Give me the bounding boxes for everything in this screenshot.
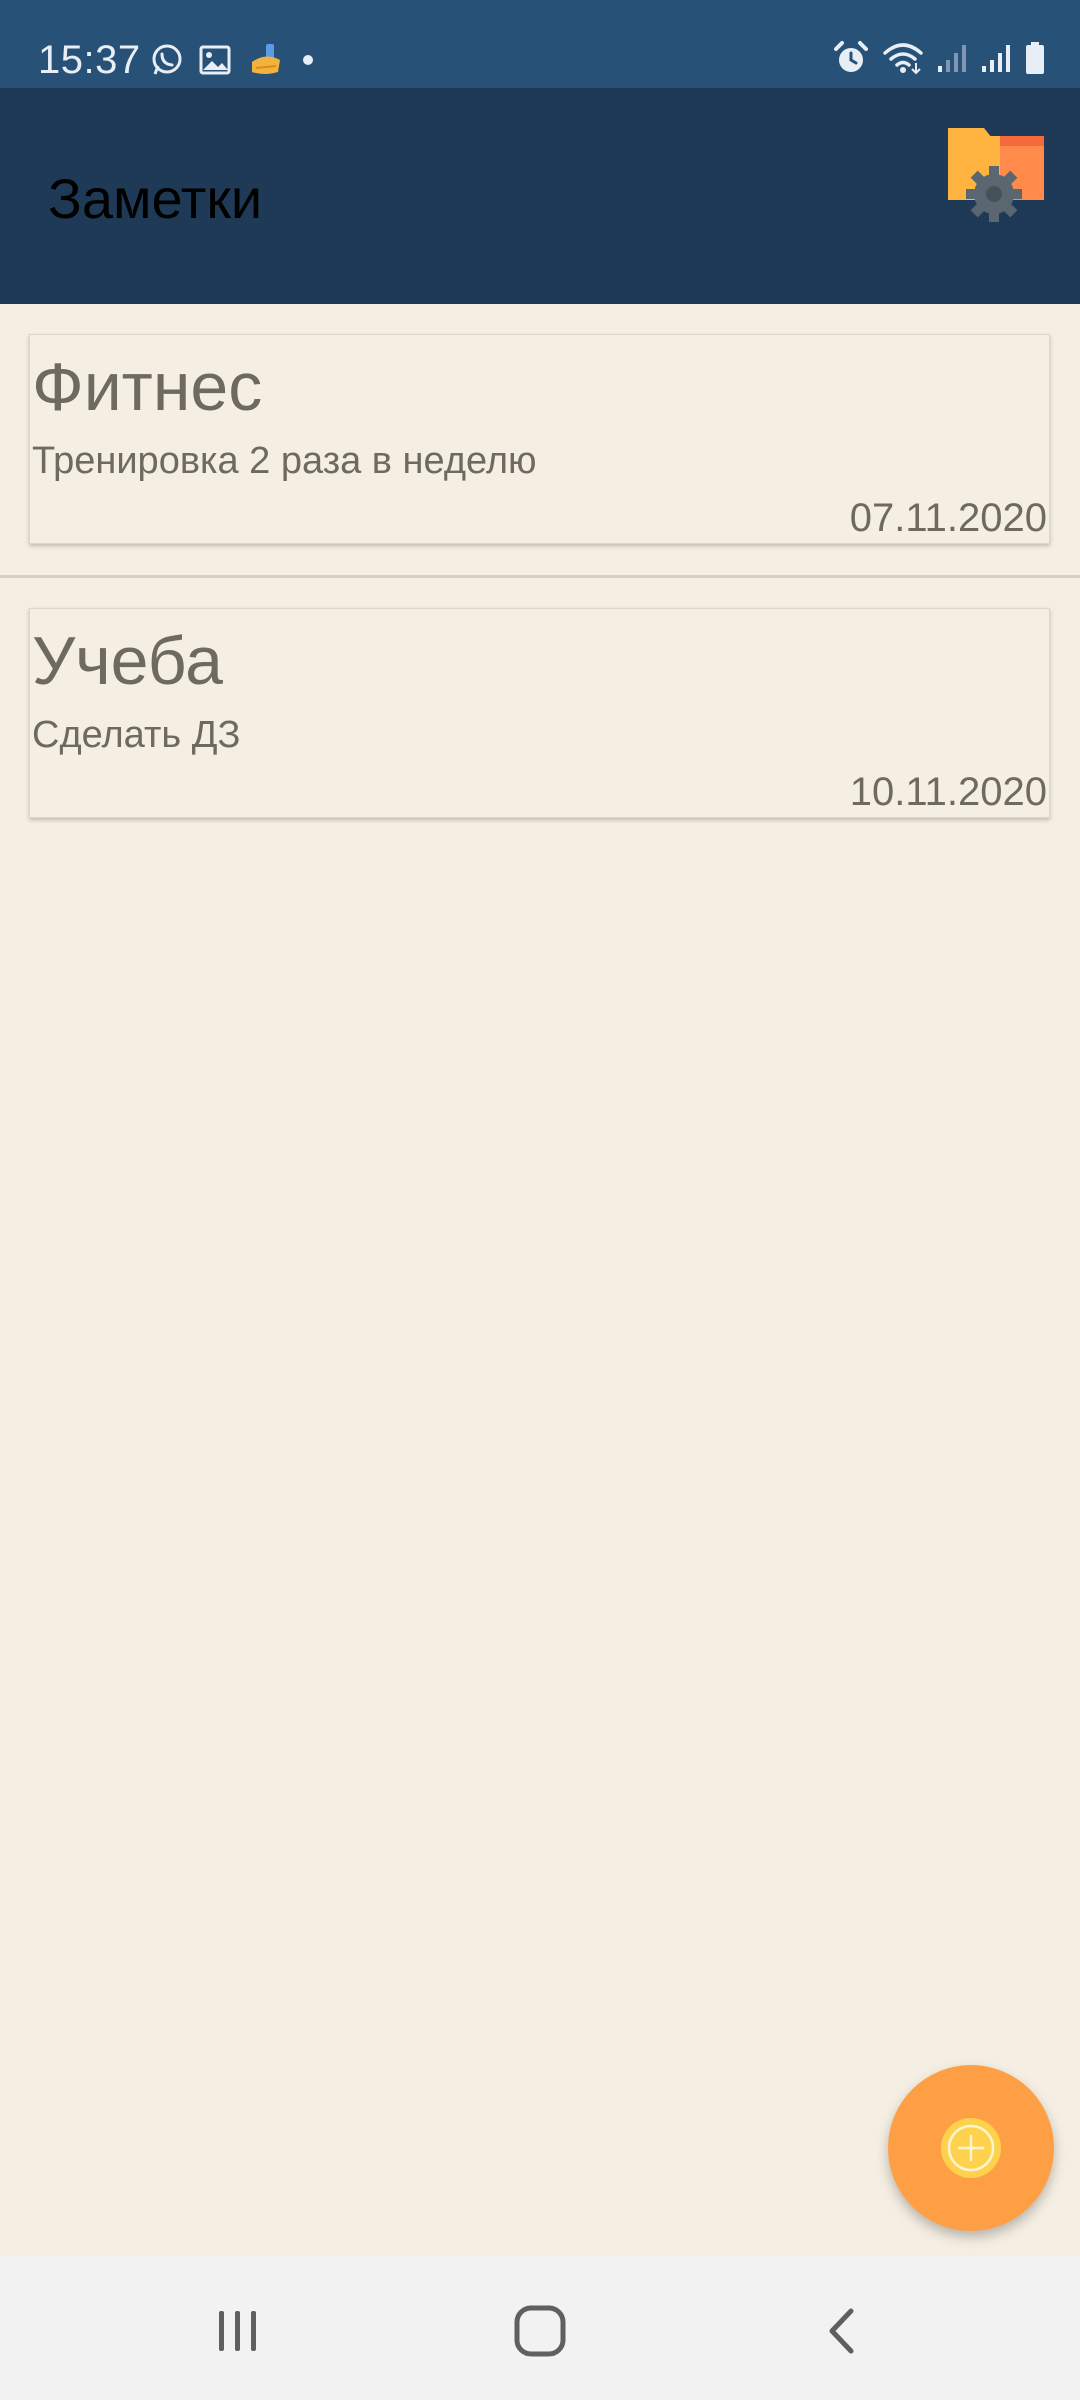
add-note-button[interactable] xyxy=(888,2065,1054,2231)
page-title: Заметки xyxy=(48,167,263,230)
note-date: 07.11.2020 xyxy=(849,496,1047,540)
note-card[interactable]: Учеба Сделать ДЗ 10.11.2020 xyxy=(29,608,1050,818)
recent-apps-icon xyxy=(219,2311,256,2351)
add-icon xyxy=(941,2118,1001,2178)
note-date: 10.11.2020 xyxy=(849,770,1047,814)
app-bar: Заметки xyxy=(0,88,1080,304)
home-icon xyxy=(514,2305,566,2357)
whatsapp-icon xyxy=(150,43,184,77)
back-button[interactable] xyxy=(798,2286,888,2376)
home-button[interactable] xyxy=(495,2286,585,2376)
note-card[interactable]: Фитнес Тренировка 2 раза в неделю 07.11.… xyxy=(29,334,1050,544)
divider xyxy=(0,575,1080,578)
alarm-icon xyxy=(832,40,870,76)
recent-apps-button[interactable] xyxy=(193,2286,283,2376)
signal-icon xyxy=(936,42,968,74)
status-notification-icons xyxy=(150,42,318,78)
status-bar: 15:37 xyxy=(0,0,1080,88)
folder-settings-icon[interactable] xyxy=(946,122,1046,222)
battery-icon xyxy=(1024,41,1046,75)
navigation-bar xyxy=(0,2256,1080,2400)
status-system-icons xyxy=(832,40,1046,76)
note-text: Тренировка 2 раза в неделю xyxy=(32,440,537,482)
notification-dot-icon xyxy=(298,50,318,70)
cleaner-icon xyxy=(246,42,284,78)
note-text: Сделать ДЗ xyxy=(32,714,241,756)
back-icon xyxy=(829,2308,854,2354)
gallery-icon xyxy=(198,43,232,77)
note-title: Фитнес xyxy=(32,349,263,425)
note-title: Учеба xyxy=(32,623,223,699)
wifi-icon xyxy=(882,41,924,75)
status-time: 15:37 xyxy=(38,38,141,82)
signal-icon xyxy=(980,42,1012,74)
